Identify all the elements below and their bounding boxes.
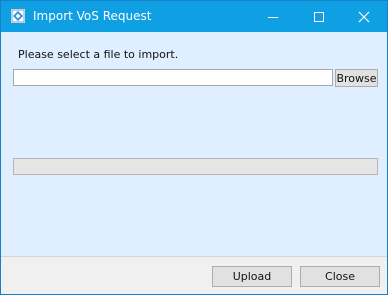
maximize-button[interactable] (296, 1, 342, 32)
browse-button[interactable]: Browse (335, 69, 378, 87)
select-file-prompt: Please select a file to import. (18, 48, 179, 61)
maximize-icon (314, 11, 324, 22)
window-title: Import VoS Request (33, 9, 152, 23)
minimize-icon (268, 16, 278, 18)
app-diamond-icon (11, 9, 25, 23)
window-close-button[interactable] (341, 1, 387, 32)
minimize-button[interactable] (250, 1, 296, 32)
file-path-input[interactable] (13, 69, 333, 86)
close-button[interactable]: Close (300, 266, 380, 287)
title-bar[interactable]: Import VoS Request (1, 1, 387, 32)
close-icon (358, 11, 370, 22)
upload-button[interactable]: Upload (212, 266, 292, 287)
upload-progress-bar (13, 158, 378, 175)
import-dialog: Import VoS Request Please select a file … (0, 0, 388, 295)
